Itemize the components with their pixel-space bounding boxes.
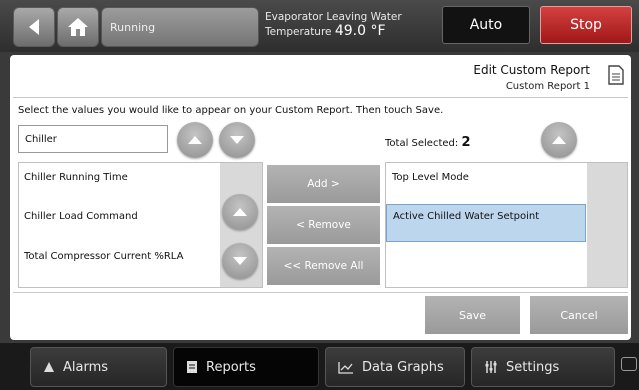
tab-data-graphs[interactable]: Data Graphs — [325, 347, 465, 387]
tab-settings[interactable]: Settings — [471, 347, 615, 387]
graph-icon — [338, 361, 353, 374]
instructions: Select the values you would like to appe… — [18, 105, 444, 116]
remove-all-button[interactable]: << Remove All — [267, 247, 380, 285]
home-button[interactable] — [57, 7, 99, 47]
arrow-up-icon — [552, 136, 566, 144]
selected-scroll-up-button[interactable] — [541, 122, 577, 158]
home-icon — [68, 18, 88, 36]
tab-label: Alarms — [63, 359, 109, 375]
total-selected: Total Selected: 2 — [385, 135, 471, 150]
tab-alarms[interactable]: Alarms — [30, 347, 167, 387]
tab-label: Data Graphs — [362, 359, 444, 375]
settings-icon — [485, 361, 497, 373]
list-item[interactable]: Chiller Load Command — [24, 211, 138, 222]
category-select[interactable]: Chiller — [18, 125, 168, 153]
evap-value: 49.0 °F — [334, 23, 386, 39]
category-up-button[interactable] — [177, 122, 213, 158]
evap-label: Evaporator Leaving Water — [265, 11, 402, 23]
tab-reports[interactable]: Reports — [173, 347, 319, 387]
page-subtitle: Custom Report 1 — [505, 81, 590, 92]
list-item[interactable]: Total Compressor Current %RLA — [24, 251, 183, 262]
report-icon — [187, 361, 197, 373]
selected-scrollbar[interactable] — [587, 163, 627, 287]
evaporator-readout: Evaporator Leaving Water Temperature 49.… — [265, 10, 440, 39]
list-item[interactable]: Chiller Running Time — [24, 172, 128, 183]
save-button[interactable]: Save — [425, 296, 520, 334]
divider — [13, 97, 628, 98]
arrow-up-icon — [188, 136, 202, 144]
list-item-selected[interactable]: Active Chilled Water Setpoint — [386, 204, 586, 242]
available-scroll-up-button[interactable] — [222, 194, 258, 230]
page-title: Edit Custom Report — [473, 63, 590, 77]
category-down-button[interactable] — [219, 122, 255, 158]
arrow-down-icon — [230, 136, 244, 144]
divider — [13, 292, 628, 293]
total-label: Total Selected: — [385, 138, 459, 149]
arrow-up-icon — [233, 208, 247, 216]
cancel-button[interactable]: Cancel — [530, 296, 628, 334]
arrow-down-icon — [233, 257, 247, 265]
back-arrow-icon — [29, 19, 39, 35]
stop-button[interactable]: Stop — [540, 6, 632, 44]
list-item[interactable]: Top Level Mode — [386, 172, 586, 183]
available-scroll-down-button[interactable] — [222, 243, 258, 279]
add-button[interactable]: Add > — [267, 165, 380, 203]
total-count: 2 — [461, 135, 471, 150]
evap-temp-label: Temperature — [265, 26, 332, 38]
status-indicator: Running — [101, 7, 259, 47]
auto-button[interactable]: Auto — [442, 6, 530, 44]
alarm-icon — [44, 362, 54, 372]
tab-label: Reports — [206, 359, 256, 375]
remove-button[interactable]: < Remove — [267, 206, 380, 244]
back-button[interactable] — [13, 7, 55, 47]
document-icon — [608, 65, 624, 85]
tab-label: Settings — [506, 359, 560, 375]
chat-icon[interactable] — [621, 357, 637, 371]
